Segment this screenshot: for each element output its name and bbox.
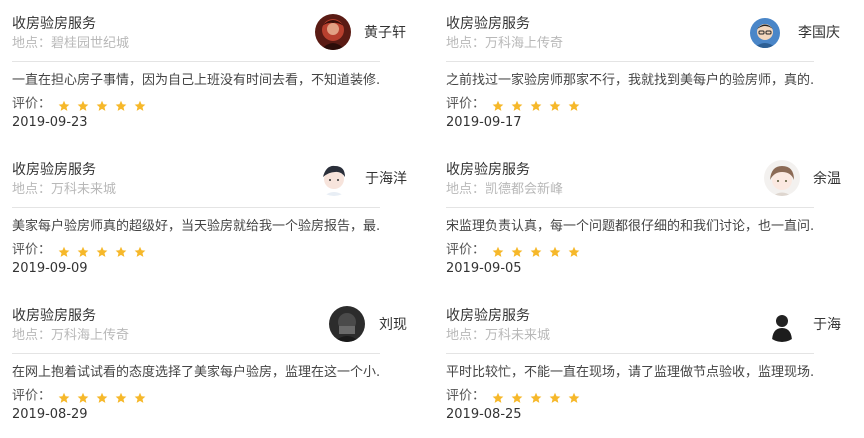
user-name: 李国庆 xyxy=(798,25,840,41)
review-card: 收房验房服务 地点：碧桂园世纪城 黄子轩 一直在担心房子事情，因为自己上班没有时… xyxy=(12,10,406,142)
star-icon xyxy=(134,246,146,258)
star-icon xyxy=(58,246,70,258)
rating: 评价： xyxy=(446,94,582,112)
service-name: 收房验房服务 xyxy=(446,308,530,324)
star-rating xyxy=(492,241,582,260)
star-icon xyxy=(492,246,504,258)
location-text: 地点：碧桂园世纪城 xyxy=(12,36,130,51)
star-icon xyxy=(568,392,580,404)
review-date: 2019-09-23 xyxy=(12,115,88,130)
star-icon xyxy=(96,100,108,112)
star-icon xyxy=(530,392,542,404)
review-text: 一直在担心房子事情，因为自己上班没有时间去看，不知道装修... xyxy=(12,73,380,88)
user-name: 刘现 xyxy=(379,317,407,333)
star-icon xyxy=(115,392,127,404)
location-text: 地点：万科未来城 xyxy=(12,182,117,197)
rating-label: 评价： xyxy=(12,242,52,258)
rating: 评价： xyxy=(446,240,582,258)
review-date: 2019-09-17 xyxy=(446,115,522,130)
star-icon xyxy=(134,392,146,404)
review-date: 2019-09-09 xyxy=(12,261,88,276)
star-rating xyxy=(58,95,148,114)
review-text: 在网上抱着试试看的态度选择了美家每户验房，监理在这一个小... xyxy=(12,365,380,380)
star-icon xyxy=(568,100,580,112)
star-rating xyxy=(492,95,582,114)
review-grid: 收房验房服务 地点：碧桂园世纪城 黄子轩 一直在担心房子事情，因为自己上班没有时… xyxy=(0,0,864,438)
location-text: 地点：万科未来城 xyxy=(446,328,551,343)
user-avatar-icon xyxy=(315,14,351,50)
divider xyxy=(446,61,814,62)
review-date: 2019-08-25 xyxy=(446,407,522,422)
star-icon xyxy=(492,100,504,112)
star-icon xyxy=(58,392,70,404)
rating-label: 评价： xyxy=(446,388,486,404)
user-avatar-icon xyxy=(750,18,780,48)
rating-label: 评价： xyxy=(446,96,486,112)
star-icon xyxy=(115,100,127,112)
user-avatar-icon xyxy=(764,160,800,196)
service-name: 收房验房服务 xyxy=(12,16,96,32)
rating-label: 评价： xyxy=(446,242,486,258)
rating: 评价： xyxy=(446,386,582,404)
review-card: 收房验房服务 地点：万科未来城 于海 平时比较忙，不能一直在现场，请了监理做节点… xyxy=(446,302,841,434)
location-text: 地点：万科海上传奇 xyxy=(446,36,564,51)
divider xyxy=(446,353,814,354)
review-card: 收房验房服务 地点：万科未来城 于海洋 美家每户验房师真的超级好，当天验房就给我… xyxy=(12,156,407,288)
review-text: 美家每户验房师真的超级好，当天验房就给我一个验房报告，最... xyxy=(12,219,380,234)
rating: 评价： xyxy=(12,94,148,112)
star-icon xyxy=(511,392,523,404)
service-name: 收房验房服务 xyxy=(446,16,530,32)
star-rating xyxy=(58,241,148,260)
user-name: 余温 xyxy=(813,171,841,187)
star-rating xyxy=(492,387,582,406)
review-text: 宋监理负责认真，每一个问题都很仔细的和我们讨论，也一直问... xyxy=(446,219,814,234)
star-icon xyxy=(511,100,523,112)
service-name: 收房验房服务 xyxy=(446,162,530,178)
rating-label: 评价： xyxy=(12,388,52,404)
rating: 评价： xyxy=(12,240,148,258)
star-icon xyxy=(511,246,523,258)
star-icon xyxy=(77,392,89,404)
review-card: 收房验房服务 地点：万科海上传奇 李国庆 之前找过一家验房师那家不行，我就找到美… xyxy=(446,10,840,142)
star-icon xyxy=(58,100,70,112)
star-icon xyxy=(549,246,561,258)
review-card: 收房验房服务 地点：万科海上传奇 刘现 在网上抱着试试看的态度选择了美家每户验房… xyxy=(12,302,407,434)
service-name: 收房验房服务 xyxy=(12,162,96,178)
review-text: 平时比较忙，不能一直在现场，请了监理做节点验收，监理现场... xyxy=(446,365,814,380)
review-card: 收房验房服务 地点：凯德都会新峰 余温 宋监理负责认真，每一个问题都很仔细的和我… xyxy=(446,156,841,288)
star-rating xyxy=(58,387,148,406)
star-icon xyxy=(134,100,146,112)
star-icon xyxy=(568,246,580,258)
star-icon xyxy=(549,100,561,112)
review-date: 2019-09-05 xyxy=(446,261,522,276)
user-avatar-icon xyxy=(764,306,800,342)
star-icon xyxy=(530,246,542,258)
divider xyxy=(446,207,814,208)
star-icon xyxy=(96,246,108,258)
star-icon xyxy=(77,100,89,112)
star-icon xyxy=(549,392,561,404)
star-icon xyxy=(77,246,89,258)
review-date: 2019-08-29 xyxy=(12,407,88,422)
user-name: 黄子轩 xyxy=(364,25,406,41)
service-name: 收房验房服务 xyxy=(12,308,96,324)
star-icon xyxy=(115,246,127,258)
user-name: 于海洋 xyxy=(365,171,407,187)
location-text: 地点：万科海上传奇 xyxy=(12,328,130,343)
user-avatar-icon xyxy=(316,160,352,196)
user-avatar-icon xyxy=(329,306,365,342)
divider xyxy=(12,207,380,208)
divider xyxy=(12,61,380,62)
star-icon xyxy=(530,100,542,112)
rating-label: 评价： xyxy=(12,96,52,112)
divider xyxy=(12,353,380,354)
user-name: 于海 xyxy=(813,317,841,333)
review-text: 之前找过一家验房师那家不行，我就找到美每户的验房师，真的... xyxy=(446,73,814,88)
location-text: 地点：凯德都会新峰 xyxy=(446,182,564,197)
rating: 评价： xyxy=(12,386,148,404)
star-icon xyxy=(96,392,108,404)
star-icon xyxy=(492,392,504,404)
